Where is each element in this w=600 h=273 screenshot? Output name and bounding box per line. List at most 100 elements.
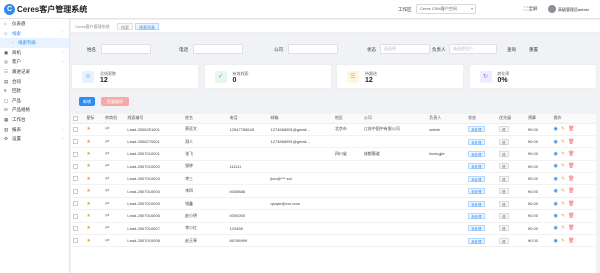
table-row[interactable]: ★ ⇄ Lead-2506251001 蔡亚文 12547785648 127496895… <box>71 123 596 136</box>
delete-icon[interactable]: 🗑 <box>568 225 574 231</box>
view-icon[interactable]: ◉ <box>554 139 558 145</box>
fullscreen-button[interactable]: ⛶ 全屏 <box>524 6 537 12</box>
row-checkbox[interactable] <box>73 151 78 157</box>
view-icon[interactable]: ◉ <box>554 225 558 231</box>
status-select[interactable]: 请选择 <box>380 44 430 54</box>
edit-icon[interactable]: ✎ <box>561 163 565 169</box>
star-icon[interactable]: ★ <box>86 163 90 169</box>
star-icon[interactable]: ★ <box>86 126 90 132</box>
edit-icon[interactable]: ✎ <box>561 151 565 157</box>
view-icon[interactable]: ◉ <box>554 213 558 219</box>
row-checkbox[interactable] <box>73 226 78 232</box>
select-all-checkbox[interactable] <box>73 115 78 121</box>
delete-icon[interactable]: 🗑 <box>568 188 574 194</box>
table-row[interactable]: ★ ⇄ Lead-2507010005 钱鑫 qiuqie@xxx.com 未处理 低 ¥0.… <box>71 197 596 211</box>
star-icon[interactable]: ★ <box>86 238 90 244</box>
delete-icon[interactable]: 🗑 <box>568 176 574 182</box>
star-icon[interactable]: ★ <box>86 213 90 219</box>
convert-icon[interactable]: ⇄ <box>105 139 109 145</box>
delete-icon[interactable]: 🗑 <box>568 213 574 219</box>
delete-icon[interactable]: 🗑 <box>568 163 574 169</box>
star-icon[interactable]: ★ <box>86 188 90 194</box>
convert-icon[interactable]: ⇄ <box>105 176 109 182</box>
star-icon[interactable]: ★ <box>86 176 90 182</box>
convert-icon[interactable]: ⇄ <box>105 151 109 157</box>
row-checkbox[interactable] <box>73 238 78 244</box>
star-icon[interactable]: ★ <box>86 151 90 157</box>
table-row[interactable]: ★ ⇄ Lead-2507010007 李小红 123456 未处理 低 ¥0.00 ◉ ✎ 🗑 <box>71 222 596 236</box>
reset-button[interactable]: 重置 <box>529 47 538 53</box>
delete-icon[interactable]: 🗑 <box>568 201 574 207</box>
table-row[interactable]: ★ ⇄ Lead-2506270001 测人 1274968951@gmail... 未处… <box>71 135 596 149</box>
sidebar-item[interactable]: ▦ 工作台 <box>0 115 69 125</box>
row-checkbox[interactable] <box>73 126 78 132</box>
row-checkbox[interactable] <box>73 176 78 182</box>
row-checkbox[interactable] <box>73 139 78 145</box>
edit-icon[interactable]: ✎ <box>561 139 565 145</box>
convert-icon[interactable]: ⇄ <box>105 188 109 194</box>
sidebar-item[interactable]: ▤ 合同 <box>0 77 69 87</box>
sidebar-item[interactable]: ▣ 商机 ⌄ <box>0 48 69 58</box>
owner-select[interactable]: 请选择用户 <box>449 44 497 54</box>
name-input[interactable] <box>101 44 151 54</box>
sidebar-item[interactable]: ◎ 客户 ⌄ <box>0 57 69 67</box>
edit-icon[interactable]: ✎ <box>561 238 565 244</box>
view-icon[interactable]: ◉ <box>554 151 558 157</box>
add-button[interactable]: 新增 <box>79 97 95 106</box>
sidebar-item[interactable]: ¥ 回款 <box>0 86 69 96</box>
convert-icon[interactable]: ⇄ <box>105 238 109 244</box>
delete-icon[interactable]: 🗑 <box>568 151 574 157</box>
sidebar-item[interactable]: ◦ 线索列表 <box>0 38 69 48</box>
avatar[interactable] <box>548 5 556 13</box>
table-row[interactable]: ★ ⇄ Lead-2507010004 李四 0008888 未处理 低 ¥0.00 ◉ ✎ 🗑 <box>71 184 596 198</box>
table-row[interactable]: ★ ⇄ Lead-2507010001 张飞 四川省 成都蜀道 liuxingjie 未处理 低… <box>71 147 596 161</box>
star-icon[interactable]: ★ <box>86 225 90 231</box>
sidebar-item[interactable]: ⌂ 仪表盘 <box>0 19 69 29</box>
edit-icon[interactable]: ✎ <box>561 225 565 231</box>
edit-icon[interactable]: ✎ <box>561 176 565 182</box>
delete-icon[interactable]: 🗑 <box>568 126 574 132</box>
sidebar-item[interactable]: ◇ 线索 ⌃ <box>0 29 69 39</box>
delete-icon[interactable]: 🗑 <box>568 238 574 244</box>
row-checkbox[interactable] <box>73 188 78 194</box>
sidebar-item[interactable]: ☷ 跟进记录 <box>0 67 69 77</box>
table-row[interactable]: ★ ⇄ Lead-2507010002 邹钟 111111 未处理 低 ¥0.00 ◉ ✎ 🗑 <box>71 160 596 174</box>
workspace-select[interactable]: Ceres CRM客户空间 ▾ <box>416 4 476 14</box>
row-checkbox[interactable] <box>73 201 78 207</box>
table-row[interactable]: ★ ⇄ Lead-2507010008 赵玉琴 66768999 未处理 低 ¥0.00 ◉ ✎ 🗑 <box>71 234 596 248</box>
convert-icon[interactable]: ⇄ <box>105 126 109 132</box>
view-icon[interactable]: ◉ <box>554 188 558 194</box>
view-icon[interactable]: ◉ <box>554 126 558 132</box>
convert-icon[interactable]: ⇄ <box>105 225 109 231</box>
view-icon[interactable]: ◉ <box>554 176 558 182</box>
tab-leads[interactable]: 线索 <box>117 23 133 30</box>
search-button[interactable]: 查询 <box>507 47 516 53</box>
convert-icon[interactable]: ⇄ <box>105 213 109 219</box>
edit-icon[interactable]: ✎ <box>561 213 565 219</box>
table-row[interactable]: ★ ⇄ Lead-2507010003 李三 jiao@***.sol 未处理 低 ¥0.00… <box>71 172 596 186</box>
star-icon[interactable]: ★ <box>86 139 90 145</box>
edit-icon[interactable]: ✎ <box>561 201 565 207</box>
edit-icon[interactable]: ✎ <box>561 188 565 194</box>
convert-icon[interactable]: ⇄ <box>105 163 109 169</box>
user-name[interactable]: 高级管理员admin <box>558 7 589 13</box>
sidebar-item[interactable]: ✉ 产品规格 <box>0 105 69 115</box>
sidebar-item[interactable]: ▥ 报表 ⌄ <box>0 125 69 135</box>
sidebar-item[interactable]: ▢ 产品 <box>0 96 69 106</box>
view-icon[interactable]: ◉ <box>554 201 558 207</box>
row-checkbox[interactable] <box>73 164 78 170</box>
view-icon[interactable]: ◉ <box>554 238 558 244</box>
company-input[interactable] <box>288 44 338 54</box>
edit-icon[interactable]: ✎ <box>561 126 565 132</box>
convert-icon[interactable]: ⇄ <box>105 201 109 207</box>
batch-delete-button[interactable]: 批量删除 <box>101 97 129 106</box>
row-checkbox[interactable] <box>73 213 78 219</box>
table-row[interactable]: ★ ⇄ Lead-2507010006 赵小明 0000000 未处理 低 ¥0.00 ◉ ✎ 🗑 <box>71 209 596 223</box>
view-icon[interactable]: ◉ <box>554 163 558 169</box>
star-icon[interactable]: ★ <box>86 201 90 207</box>
tab-lead-list[interactable]: 线索列表 <box>135 23 159 30</box>
sidebar-item[interactable]: ⚙ 设置 ⌄ <box>0 134 69 144</box>
delete-icon[interactable]: 🗑 <box>568 139 574 145</box>
phone-input[interactable] <box>193 44 243 54</box>
breadcrumb-home[interactable]: Ceres客户管理系统 <box>75 23 110 30</box>
